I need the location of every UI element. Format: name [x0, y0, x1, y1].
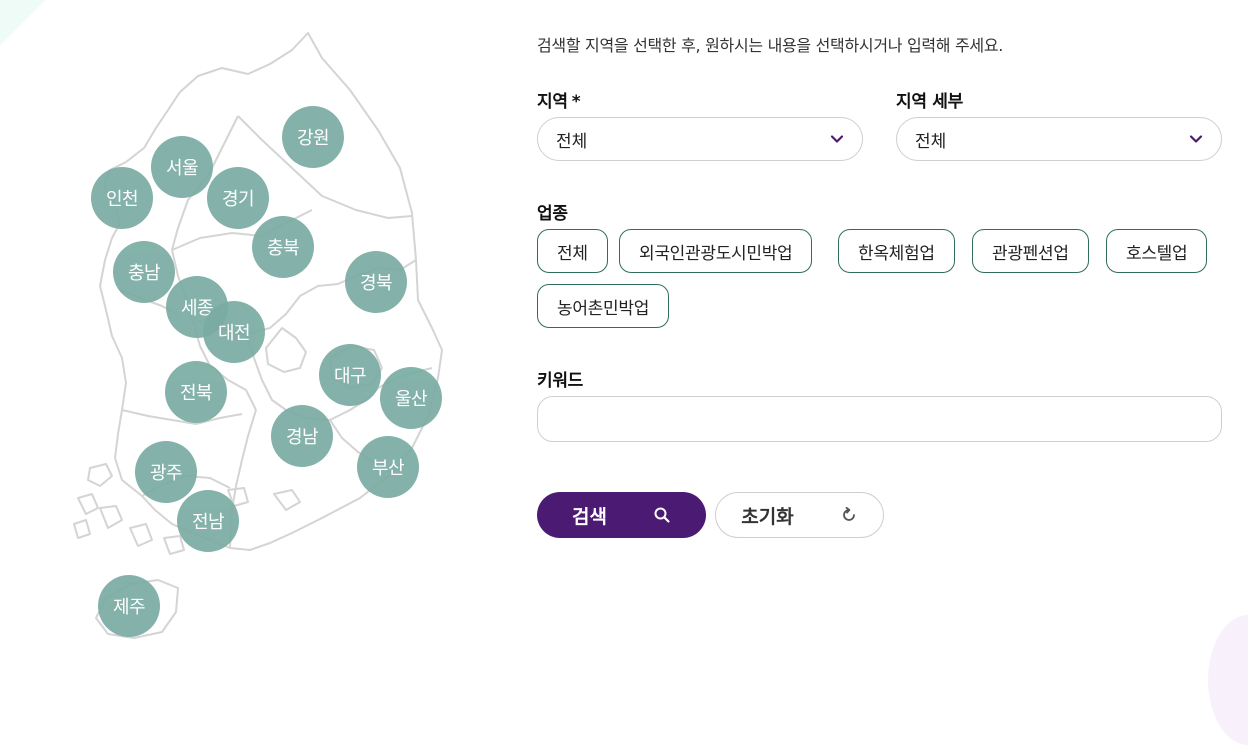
region-select-value: 전체 [556, 131, 588, 152]
region-label-text: 지역 [537, 92, 568, 112]
region-gyeonggi[interactable]: 경기 [207, 167, 269, 229]
search-button[interactable]: 검색 [537, 492, 706, 538]
business-chip-foreign-guesthouse[interactable]: 외국인관광도시민박업 [619, 229, 813, 273]
region-chungbuk[interactable]: 충북 [252, 216, 314, 278]
business-chip-rural-stay[interactable]: 농어촌민박업 [537, 284, 670, 328]
business-chip-hanok[interactable]: 한옥체험업 [838, 229, 955, 273]
region-busan[interactable]: 부산 [357, 436, 419, 498]
region-select[interactable]: 전체 [537, 117, 863, 161]
detail-select-value: 전체 [915, 131, 947, 152]
region-gangwon[interactable]: 강원 [282, 106, 344, 168]
form-intro: 검색할 지역을 선택한 후, 원하시는 내용을 선택하시거나 입력해 주세요. [537, 36, 1004, 55]
reset-button-label: 초기화 [741, 505, 794, 528]
search-button-label: 검색 [572, 505, 607, 528]
keyword-input[interactable] [537, 396, 1222, 442]
corner-decoration-bottom [1208, 615, 1248, 745]
region-seoul[interactable]: 서울 [151, 136, 213, 198]
business-label: 업종 [537, 204, 568, 224]
search-icon [654, 507, 670, 523]
region-gyeongbuk[interactable]: 경북 [345, 251, 407, 313]
corner-decoration [0, 0, 45, 45]
chevron-down-icon [830, 135, 844, 143]
required-mark: * [571, 92, 581, 112]
region-label: 지역 * [537, 87, 581, 112]
korea-map: 서울 강원 인천 경기 충북 충남 경북 세종 대전 대구 전북 울산 경남 부… [60, 28, 460, 648]
keyword-label: 키워드 [537, 371, 584, 391]
detail-select[interactable]: 전체 [896, 117, 1222, 161]
region-daejeon[interactable]: 대전 [203, 301, 265, 363]
region-chungnam[interactable]: 충남 [113, 241, 175, 303]
region-jeonbuk[interactable]: 전북 [165, 361, 227, 423]
business-chip-pension[interactable]: 관광펜션업 [972, 229, 1089, 273]
business-chip-hostel[interactable]: 호스텔업 [1106, 229, 1208, 273]
region-jeonnam[interactable]: 전남 [177, 490, 239, 552]
chevron-down-icon [1189, 135, 1203, 143]
region-jeju[interactable]: 제주 [98, 575, 160, 637]
region-incheon[interactable]: 인천 [91, 167, 153, 229]
region-gwangju[interactable]: 광주 [135, 441, 197, 503]
business-chip-all[interactable]: 전체 [537, 229, 608, 273]
detail-label: 지역 세부 [896, 92, 963, 112]
region-gyeongnam[interactable]: 경남 [271, 405, 333, 467]
refresh-icon [842, 506, 855, 521]
region-daegu[interactable]: 대구 [319, 344, 381, 406]
reset-button[interactable]: 초기화 [715, 492, 884, 538]
region-ulsan[interactable]: 울산 [380, 367, 442, 429]
